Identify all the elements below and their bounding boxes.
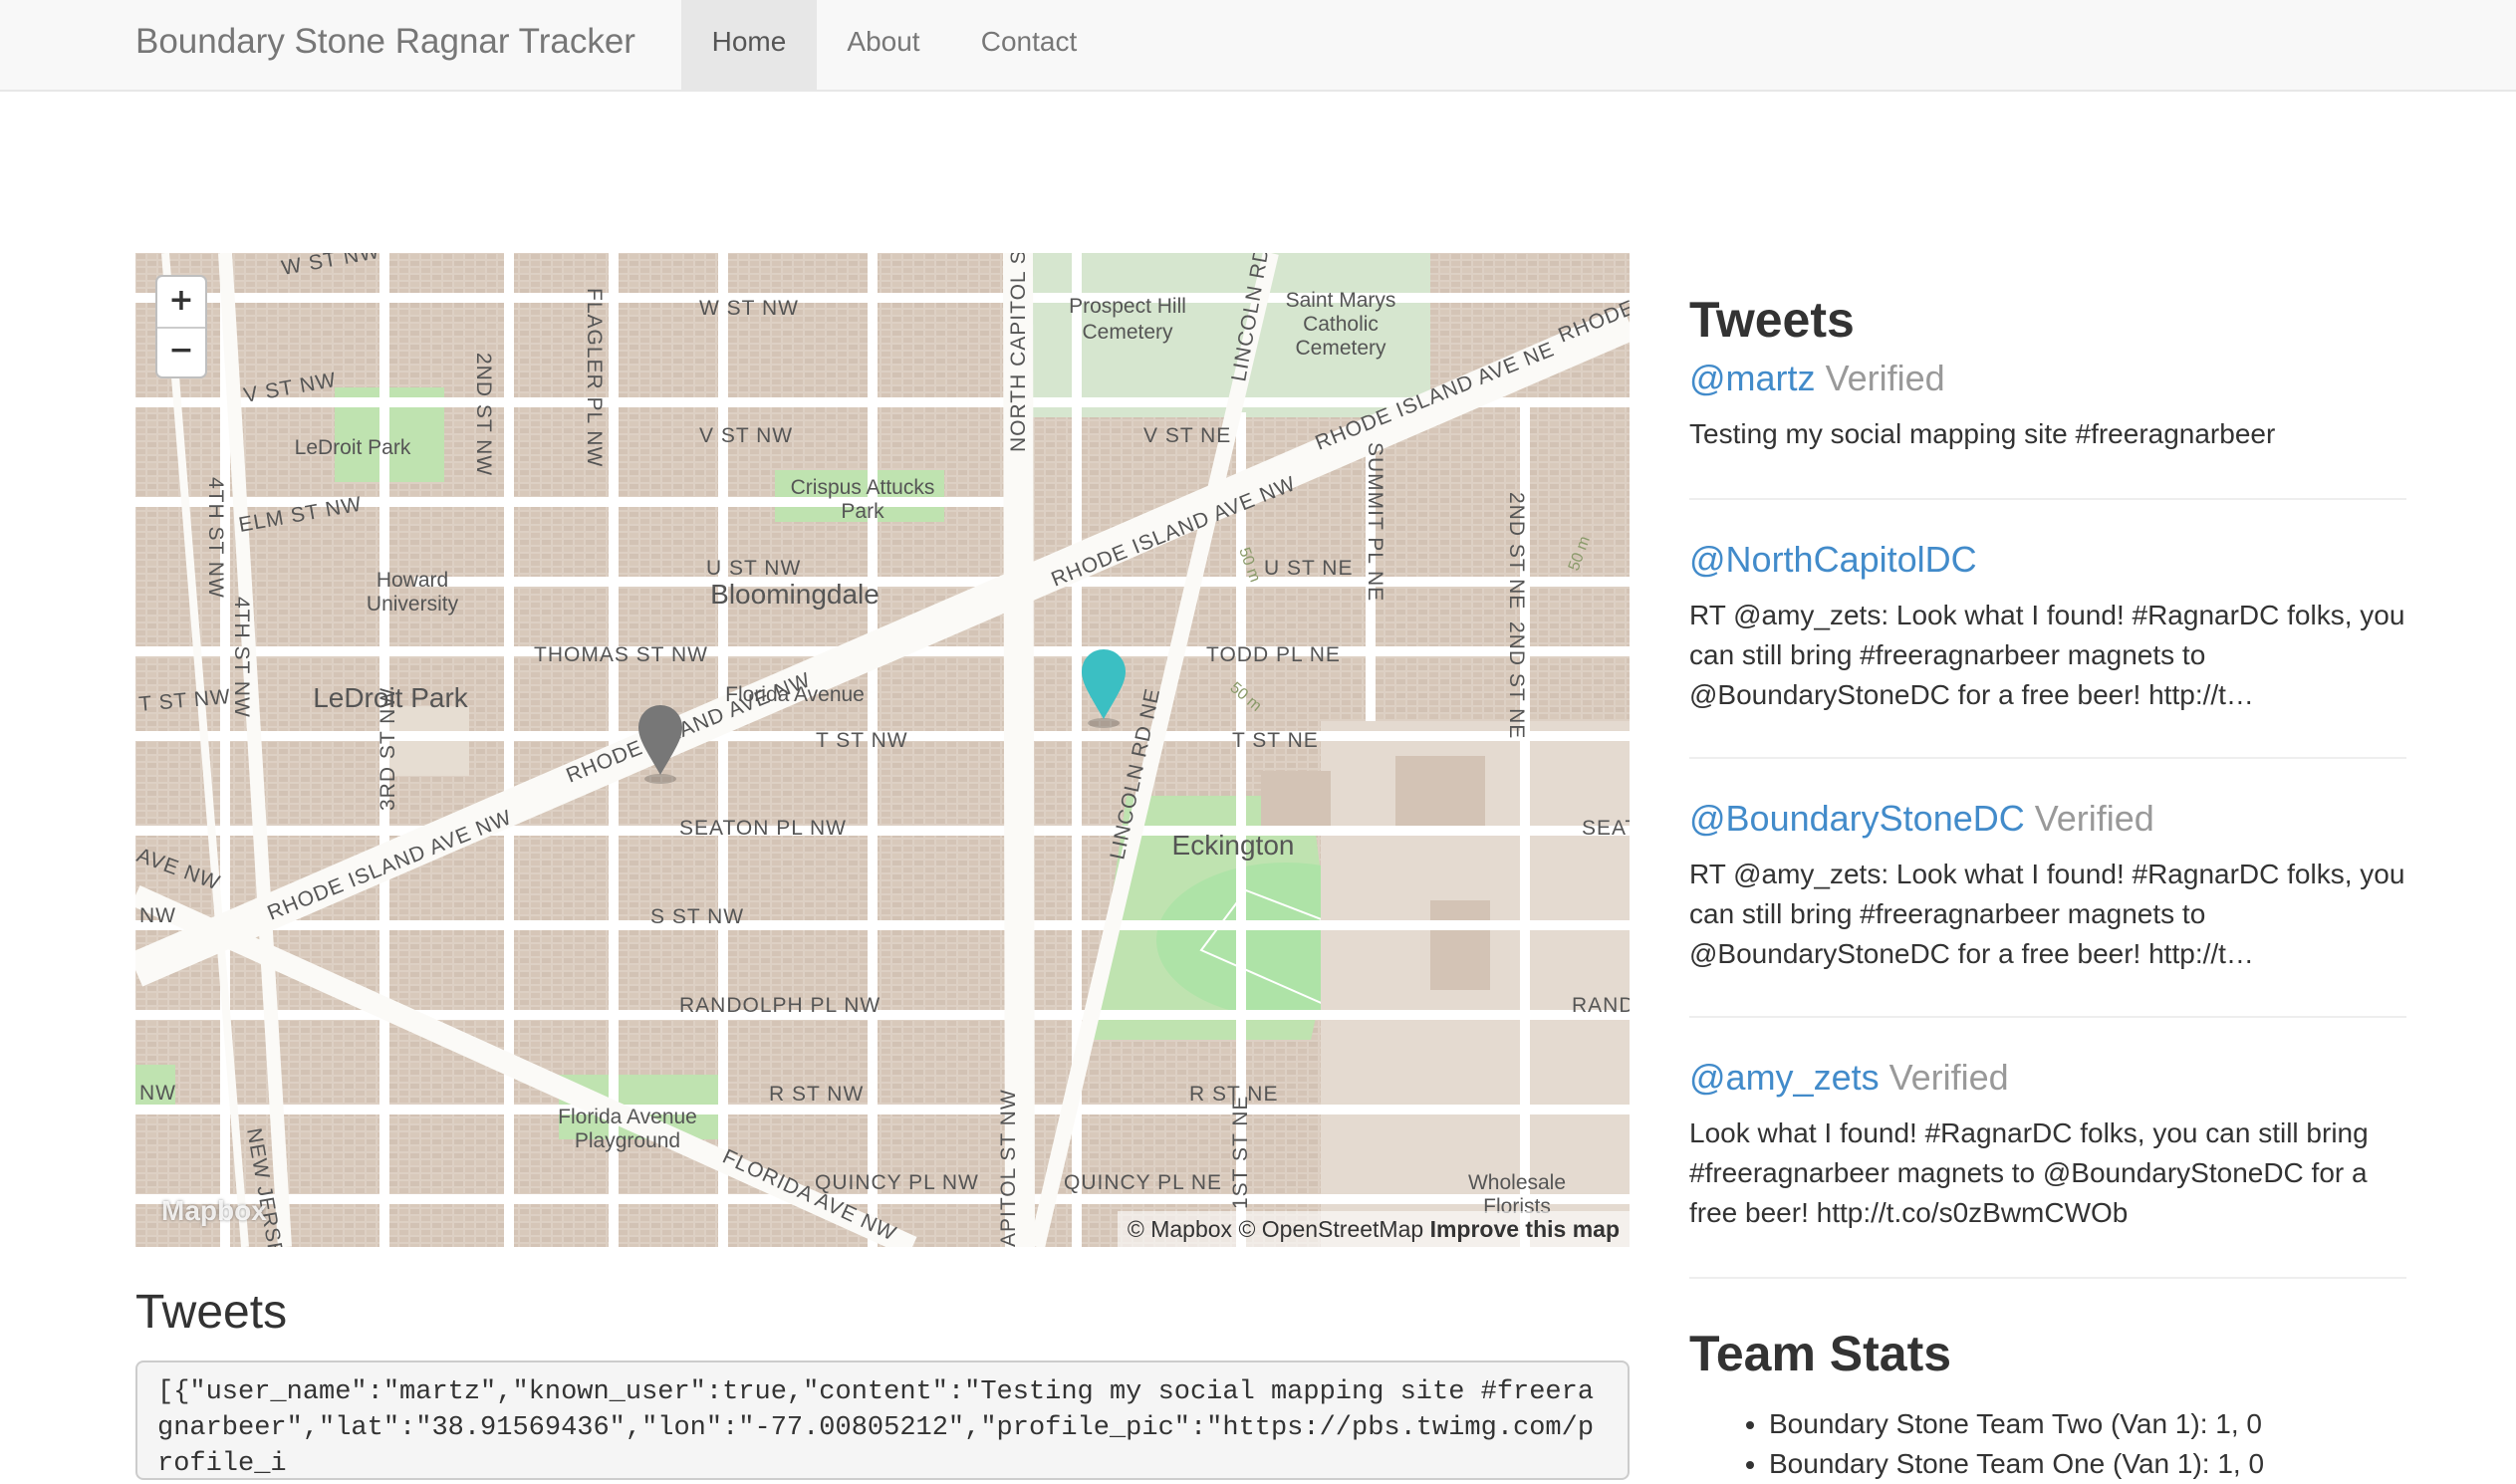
tweet-text: Look what I found! #RagnarDC folks, you … (1689, 1117, 2369, 1228)
sidebar-tweets-title: Tweets (1689, 292, 1855, 348)
tweets-json-block: [{"user_name":"martz","known_user":true,… (135, 1360, 1630, 1480)
tweets-section-title: Tweets (135, 1286, 288, 1339)
label-t-st-ne: T ST NE (1232, 729, 1319, 752)
tweet-item: @NorthCapitolDC RT @amy_zets: Look what … (1689, 500, 2406, 759)
label-nw-left: NW (139, 904, 176, 927)
navbar: Boundary Stone Ragnar Tracker Home About… (0, 0, 2516, 92)
brand-link[interactable]: Boundary Stone Ragnar Tracker (135, 0, 635, 92)
label-florida-playground-2: Playground (575, 1129, 680, 1152)
label-r-st-nw: R ST NW (769, 1083, 864, 1106)
label-2nd-st-ne-a: 2ND ST NE (1505, 492, 1528, 610)
mapbox-attribution-link[interactable]: © Mapbox (1128, 1216, 1232, 1242)
label-flagler-pl-nw: FLAGLER PL NW (583, 288, 606, 467)
label-thomas-st-nw: THOMAS ST NW (534, 643, 708, 666)
tweet-handle-link[interactable]: @martz (1689, 358, 1816, 398)
label-wholesale-1: Wholesale (1468, 1171, 1566, 1194)
map-attribution: © Mapbox © OpenStreetMap Improve this ma… (1117, 1211, 1630, 1247)
map-canvas: W ST NW W ST NW V ST NW V ST NW V ST NE … (135, 253, 1630, 1247)
label-bloomingdale: Bloomingdale (710, 579, 880, 610)
label-nw-left-2: NW (139, 1082, 176, 1105)
label-crispus-1: Crispus Attucks (791, 476, 935, 499)
verified-badge: Verified (1825, 358, 1945, 398)
nav-contact[interactable]: Contact (950, 0, 1108, 90)
label-howard-2: University (367, 593, 459, 616)
tweet-item: @martz Verified Testing my social mappin… (1689, 357, 2406, 500)
team-stats-list: Boundary Stone Team Two (Van 1): 1, 0 Bo… (1689, 1404, 2406, 1484)
label-saint-marys-3: Cemetery (1295, 337, 1386, 360)
zoom-in-button[interactable]: + (157, 277, 205, 329)
mapbox-logo[interactable]: Mapbox (161, 1195, 267, 1227)
osm-attribution-link[interactable]: © OpenStreetMap (1238, 1216, 1423, 1242)
label-v-st-nw-b: V ST NW (699, 424, 793, 447)
label-north-capitol: NORTH CAPITOL S (1007, 253, 1030, 452)
label-prospect-hill-2: Cemetery (1082, 321, 1173, 344)
tweet-text: Testing my social mapping site #freeragn… (1689, 418, 2276, 449)
label-t-st-nw-b: T ST NW (816, 729, 908, 752)
label-eckington: Eckington (1172, 830, 1295, 861)
label-apitol-st-nw: APITOL ST NW (997, 1089, 1020, 1247)
tweet-handle-link[interactable]: @amy_zets (1689, 1057, 1880, 1098)
label-4th-st-nw-b: 4TH ST NW (230, 597, 253, 718)
label-todd-pl-ne: TODD PL NE (1206, 643, 1341, 666)
label-prospect-hill-1: Prospect Hill (1069, 295, 1186, 318)
label-w-st-nw-b: W ST NW (699, 297, 799, 320)
label-florida-playground-1b: Florida Avenue (558, 1106, 697, 1128)
label-u-st-nw: U ST NW (706, 557, 801, 580)
label-quincy-pl-nw: QUINCY PL NW (815, 1171, 979, 1194)
improve-map-link[interactable]: Improve this map (1430, 1216, 1620, 1242)
tweet-handle-link[interactable]: @BoundaryStoneDC (1689, 798, 2025, 839)
label-seaton-pl-nw: SEATON PL NW (679, 817, 847, 840)
nav-home[interactable]: Home (681, 0, 817, 90)
label-saint-marys-1: Saint Marys (1286, 289, 1396, 312)
label-florida-playground-1: Florida Avenue (725, 683, 865, 706)
tweet-handle-link[interactable]: @NorthCapitolDC (1689, 539, 1977, 580)
label-ledroit-park-large: LeDroit Park (313, 682, 469, 713)
zoom-control: + − (155, 275, 207, 378)
sidebar: Tweets @martz Verified Testing my social… (1689, 283, 2406, 1484)
label-1st-st-ne: 1ST ST NE (1229, 1096, 1252, 1209)
label-u-st-ne: U ST NE (1264, 557, 1353, 580)
tweet-item: @amy_zets Verified Look what I found! #R… (1689, 1018, 2406, 1279)
label-ledroit-park-small: LeDroit Park (295, 436, 411, 459)
label-v-st-ne: V ST NE (1143, 424, 1231, 447)
label-s-st-nw: S ST NW (650, 905, 744, 928)
label-quincy-pl-ne: QUINCY PL NE (1064, 1171, 1222, 1194)
label-4th-st-nw-a: 4TH ST NW (204, 477, 227, 599)
map[interactable]: W ST NW W ST NW V ST NW V ST NW V ST NE … (135, 253, 1630, 1247)
label-2nd-st-nw: 2ND ST NW (472, 353, 495, 476)
label-randolph-pl-nw: RANDOLPH PL NW (679, 994, 881, 1017)
label-crispus-2: Park (841, 500, 884, 523)
label-howard-1: Howard (377, 569, 448, 592)
label-summit-pl-ne: SUMMIT PL NE (1364, 442, 1386, 602)
zoom-out-button[interactable]: − (157, 327, 205, 376)
verified-badge: Verified (1888, 1057, 2009, 1098)
team-stats-title: Team Stats (1689, 1326, 1952, 1381)
team-stat-item: Boundary Stone Team One (Van 1): 1, 0 (1769, 1444, 2406, 1484)
tweet-item: @BoundaryStoneDC Verified RT @amy_zets: … (1689, 759, 2406, 1018)
team-stat-item: Boundary Stone Team Two (Van 1): 1, 0 (1769, 1404, 2406, 1444)
tweet-text: RT @amy_zets: Look what I found! #Ragnar… (1689, 859, 2405, 969)
tweet-text: RT @amy_zets: Look what I found! #Ragnar… (1689, 600, 2405, 710)
label-saint-marys-2: Catholic (1303, 313, 1379, 336)
label-rando: RANDO (1572, 994, 1630, 1017)
label-seat: SEAT (1582, 817, 1630, 840)
verified-badge: Verified (2034, 798, 2154, 839)
nav-about[interactable]: About (817, 0, 950, 90)
label-2nd-st-ne-b: 2ND ST NE (1505, 621, 1528, 739)
